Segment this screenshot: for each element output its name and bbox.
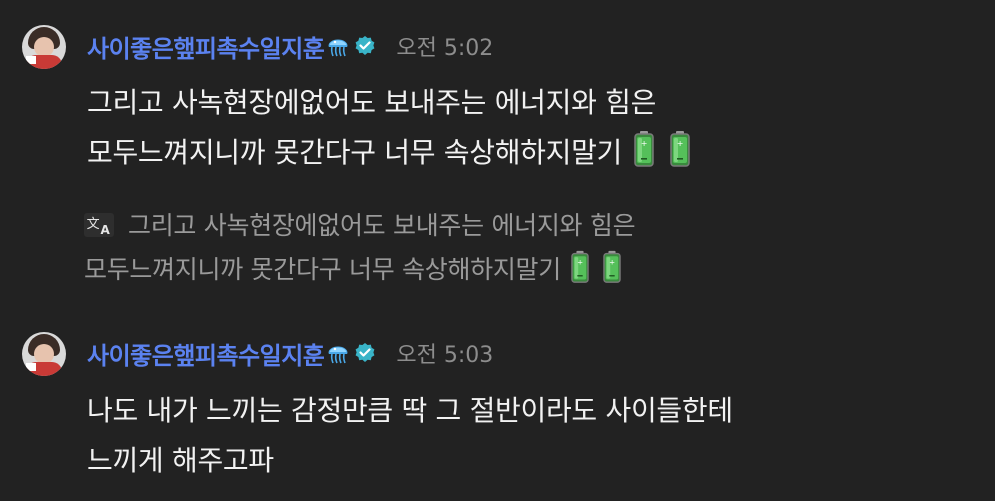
- author-name[interactable]: 사이좋은햎피촉수일지훈: [87, 29, 325, 64]
- message-line: 모두느껴지니까 못간다구 너무 속상해하지말기: [87, 136, 623, 169]
- translate-icon[interactable]: 文A: [84, 213, 114, 237]
- message-line: 나도 내가 느끼는 감정만큼 딱 그 절반이라도 사이들한테: [87, 394, 733, 427]
- message-header: 사이좋은햎피촉수일지훈 오전 5:03: [87, 336, 494, 371]
- verified-badge-icon: [354, 35, 376, 57]
- avatar[interactable]: [22, 25, 66, 69]
- jellyfish-icon: [328, 39, 349, 57]
- verified-badge-icon: [354, 342, 376, 364]
- translation-text: 文 A 그리고 사녹현장에없어도 보내주는 에너지와 힘은 모두느껴지니까 못간다구…: [84, 204, 636, 292]
- battery-icon: [670, 130, 690, 167]
- message-line: 그리고 사녹현장에없어도 보내주는 에너지와 힘은: [87, 86, 657, 119]
- message-text[interactable]: 그리고 사녹현장에없어도 보내주는 에너지와 힘은 모두느껴지니까 못간다구 너…: [87, 78, 692, 178]
- svg-text:A: A: [101, 223, 111, 237]
- battery-icon: [634, 130, 654, 167]
- battery-icon: [571, 250, 589, 283]
- translation-line: 모두느껴지니까 못간다구 너무 속상해하지말기: [84, 255, 561, 284]
- author-name[interactable]: 사이좋은햎피촉수일지훈: [87, 336, 325, 371]
- translation-line: 그리고 사녹현장에없어도 보내주는 에너지와 힘은: [128, 211, 636, 240]
- jellyfish-icon: [328, 346, 349, 364]
- message-header: 사이좋은햎피촉수일지훈 오전 5:02: [87, 29, 494, 64]
- message-text[interactable]: 나도 내가 느끼는 감정만큼 딱 그 절반이라도 사이들한테 느끼게 해주고파: [87, 386, 733, 486]
- timestamp: 오전 5:03: [396, 343, 494, 368]
- svg-text:文: 文: [87, 217, 100, 232]
- avatar[interactable]: [22, 332, 66, 376]
- battery-icon: [603, 250, 621, 283]
- message-line: 느끼게 해주고파: [87, 444, 274, 477]
- timestamp: 오전 5:02: [396, 36, 494, 61]
